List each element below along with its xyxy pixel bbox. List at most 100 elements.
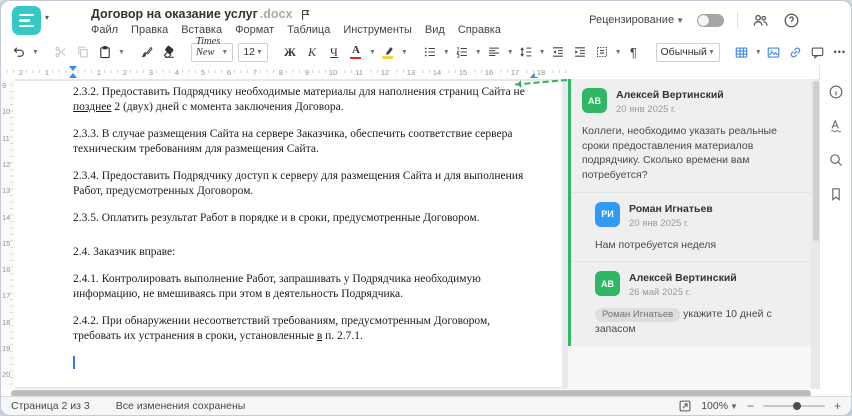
logo-caret-icon[interactable]: ▾: [45, 13, 49, 22]
ruler-number: 2: [120, 68, 130, 77]
paste-caret-icon[interactable]: ▼: [118, 49, 125, 56]
font-color-button[interactable]: А: [346, 42, 366, 62]
ruler-number: 15: [456, 68, 470, 77]
table-button[interactable]: [732, 42, 752, 62]
format-painter-button[interactable]: [137, 42, 157, 62]
table-caret-icon[interactable]: ▼: [755, 49, 762, 56]
users-icon[interactable]: [751, 11, 769, 29]
menu-item-3[interactable]: Формат: [235, 24, 274, 36]
info-icon[interactable]: [828, 83, 845, 100]
paragraph-style-select[interactable]: Обычный ▼: [655, 42, 720, 62]
ruler-number: 8: [276, 68, 286, 77]
user-avatar[interactable]: АВ: [813, 8, 837, 32]
clear-style-button[interactable]: [159, 42, 179, 62]
page-counter[interactable]: Страница 2 из 3: [11, 400, 90, 412]
search-icon[interactable]: [828, 151, 845, 168]
document-extension: .docx: [259, 7, 293, 21]
left-indent-marker[interactable]: [69, 73, 77, 78]
align-button[interactable]: [484, 42, 504, 62]
document-page[interactable]: 2.3.2. Предоставить Подрядчику необходим…: [15, 81, 562, 387]
menu-item-6[interactable]: Вид: [425, 24, 445, 36]
menu-item-2[interactable]: Вставка: [181, 24, 222, 36]
font-color-caret-icon[interactable]: ▼: [369, 49, 376, 56]
text-cursor: [73, 356, 75, 369]
chevron-down-icon: ▼: [676, 15, 684, 25]
paragraph-frame-caret-icon[interactable]: ▼: [615, 49, 622, 56]
font-name-select[interactable]: Times New ... ▼: [190, 36, 234, 69]
comment-header: АВ Алексей Вертинский 20 янв 2025 г.: [582, 88, 799, 115]
paragraph[interactable]: 2.4. Заказчик вправе:: [73, 245, 539, 260]
menu-item-4[interactable]: Таблица: [287, 24, 330, 36]
spellcheck-icon[interactable]: [828, 117, 845, 134]
menu-item-1[interactable]: Правка: [131, 24, 168, 36]
bullet-list-button[interactable]: [420, 42, 440, 62]
copy-button[interactable]: [73, 42, 93, 62]
app-logo-icon[interactable]: [12, 6, 41, 35]
zoom-slider[interactable]: [762, 402, 825, 410]
outdent-button[interactable]: [548, 42, 568, 62]
font-size-select[interactable]: 12 ▼: [238, 42, 268, 62]
link-button[interactable]: [786, 42, 806, 62]
mention-chip[interactable]: Роман Игнатьев: [595, 307, 681, 323]
comment-reply[interactable]: АВ Алексей Вертинский 26 май 2025 г. Роман …: [571, 261, 811, 345]
highlight-caret-icon[interactable]: ▼: [401, 49, 408, 56]
paragraph[interactable]: 2.4.1. Контролировать выполнение Работ, …: [73, 272, 539, 302]
image-button[interactable]: [764, 42, 784, 62]
comment[interactable]: АВ Алексей Вертинский 20 янв 2025 г. Коллег…: [571, 79, 811, 192]
vertical-ruler[interactable]: 9 10 11 12 13 14 15 16 17 18 19 20: [1, 79, 15, 389]
menu-item-0[interactable]: Файл: [91, 24, 118, 36]
line-spacing-button[interactable]: [516, 42, 536, 62]
zoom-in-button[interactable]: +: [834, 400, 841, 412]
paragraph[interactable]: 2.3.3. В случае размещения Сайта на серв…: [73, 127, 539, 157]
comment-thread[interactable]: АВ Алексей Вертинский 20 янв 2025 г. Коллег…: [568, 79, 811, 346]
ruler-number: 14: [430, 68, 444, 77]
zoom-slider-thumb[interactable]: [793, 402, 802, 410]
review-toggle[interactable]: [697, 13, 724, 27]
right-sidebar: [819, 65, 851, 389]
paragraph[interactable]: 2.3.2. Предоставить Подрядчику необходим…: [73, 85, 539, 115]
bullet-list-caret-icon[interactable]: ▼: [443, 49, 450, 56]
more-tools-button[interactable]: •••: [830, 42, 850, 62]
first-line-indent-marker[interactable]: [69, 66, 77, 71]
paragraph[interactable]: 2.3.4. Предоставить Подрядчику доступ к …: [73, 169, 539, 199]
italic-button[interactable]: К: [302, 42, 322, 62]
comment-header: РИ Роман Игнатьев 20 янв 2025 г.: [595, 201, 799, 229]
paragraph[interactable]: 2.4.2. При обнаружении несоответствий тр…: [73, 314, 539, 344]
undo-button[interactable]: [9, 42, 29, 62]
undo-caret-icon[interactable]: ▼: [32, 49, 39, 56]
highlight-color-button[interactable]: [378, 42, 398, 62]
underline-button[interactable]: Ч: [324, 42, 344, 62]
ruler-number: 7: [250, 68, 260, 77]
align-caret-icon[interactable]: ▼: [507, 49, 514, 56]
comment-reply[interactable]: РИ Роман Игнатьев 20 янв 2025 г. Нам потреб…: [571, 191, 811, 262]
menu-item-7[interactable]: Справка: [458, 24, 501, 36]
chevron-down-icon: ▼: [256, 48, 263, 56]
bookmark-icon[interactable]: [828, 185, 845, 202]
comment-button[interactable]: [808, 42, 828, 62]
numbered-list-caret-icon[interactable]: ▼: [475, 49, 482, 56]
paragraph[interactable]: 2.3.5. Оплатить результат Работ в порядк…: [73, 211, 539, 226]
text-run: 2.3.2. Предоставить Подрядчику необходим…: [73, 86, 525, 98]
menu-item-5[interactable]: Инструменты: [343, 24, 412, 36]
bold-button[interactable]: Ж: [280, 42, 300, 62]
comment-meta: Алексей Вертинский 20 янв 2025 г.: [616, 88, 724, 115]
horizontal-ruler[interactable]: 2 1 1 2 3 4 5 6 7 8 9 10 11 12 13 14 15 16 17 18: [1, 65, 568, 79]
line-spacing-caret-icon[interactable]: ▼: [539, 49, 546, 56]
cut-button[interactable]: [51, 42, 71, 62]
ruler-number: 10: [326, 68, 340, 77]
chevron-down-icon: ▼: [730, 401, 738, 411]
help-icon[interactable]: [782, 11, 800, 29]
zoom-out-button[interactable]: −: [747, 400, 754, 412]
text-run: 2.4. Заказчик вправе:: [73, 246, 176, 258]
numbered-list-button[interactable]: [452, 42, 472, 62]
paste-button[interactable]: [95, 42, 115, 62]
fit-width-icon[interactable]: [677, 399, 692, 414]
document-text[interactable]: 2.3.2. Предоставить Подрядчику необходим…: [73, 85, 539, 369]
review-mode-dropdown[interactable]: Рецензирование ▼: [589, 14, 684, 26]
zoom-value-dropdown[interactable]: 100% ▼: [701, 400, 738, 412]
flag-icon[interactable]: [298, 7, 312, 21]
show-marks-button[interactable]: ¶: [624, 42, 644, 62]
ruler-number: 12: [2, 159, 11, 169]
paragraph-frame-button[interactable]: [592, 42, 612, 62]
indent-button[interactable]: [570, 42, 590, 62]
